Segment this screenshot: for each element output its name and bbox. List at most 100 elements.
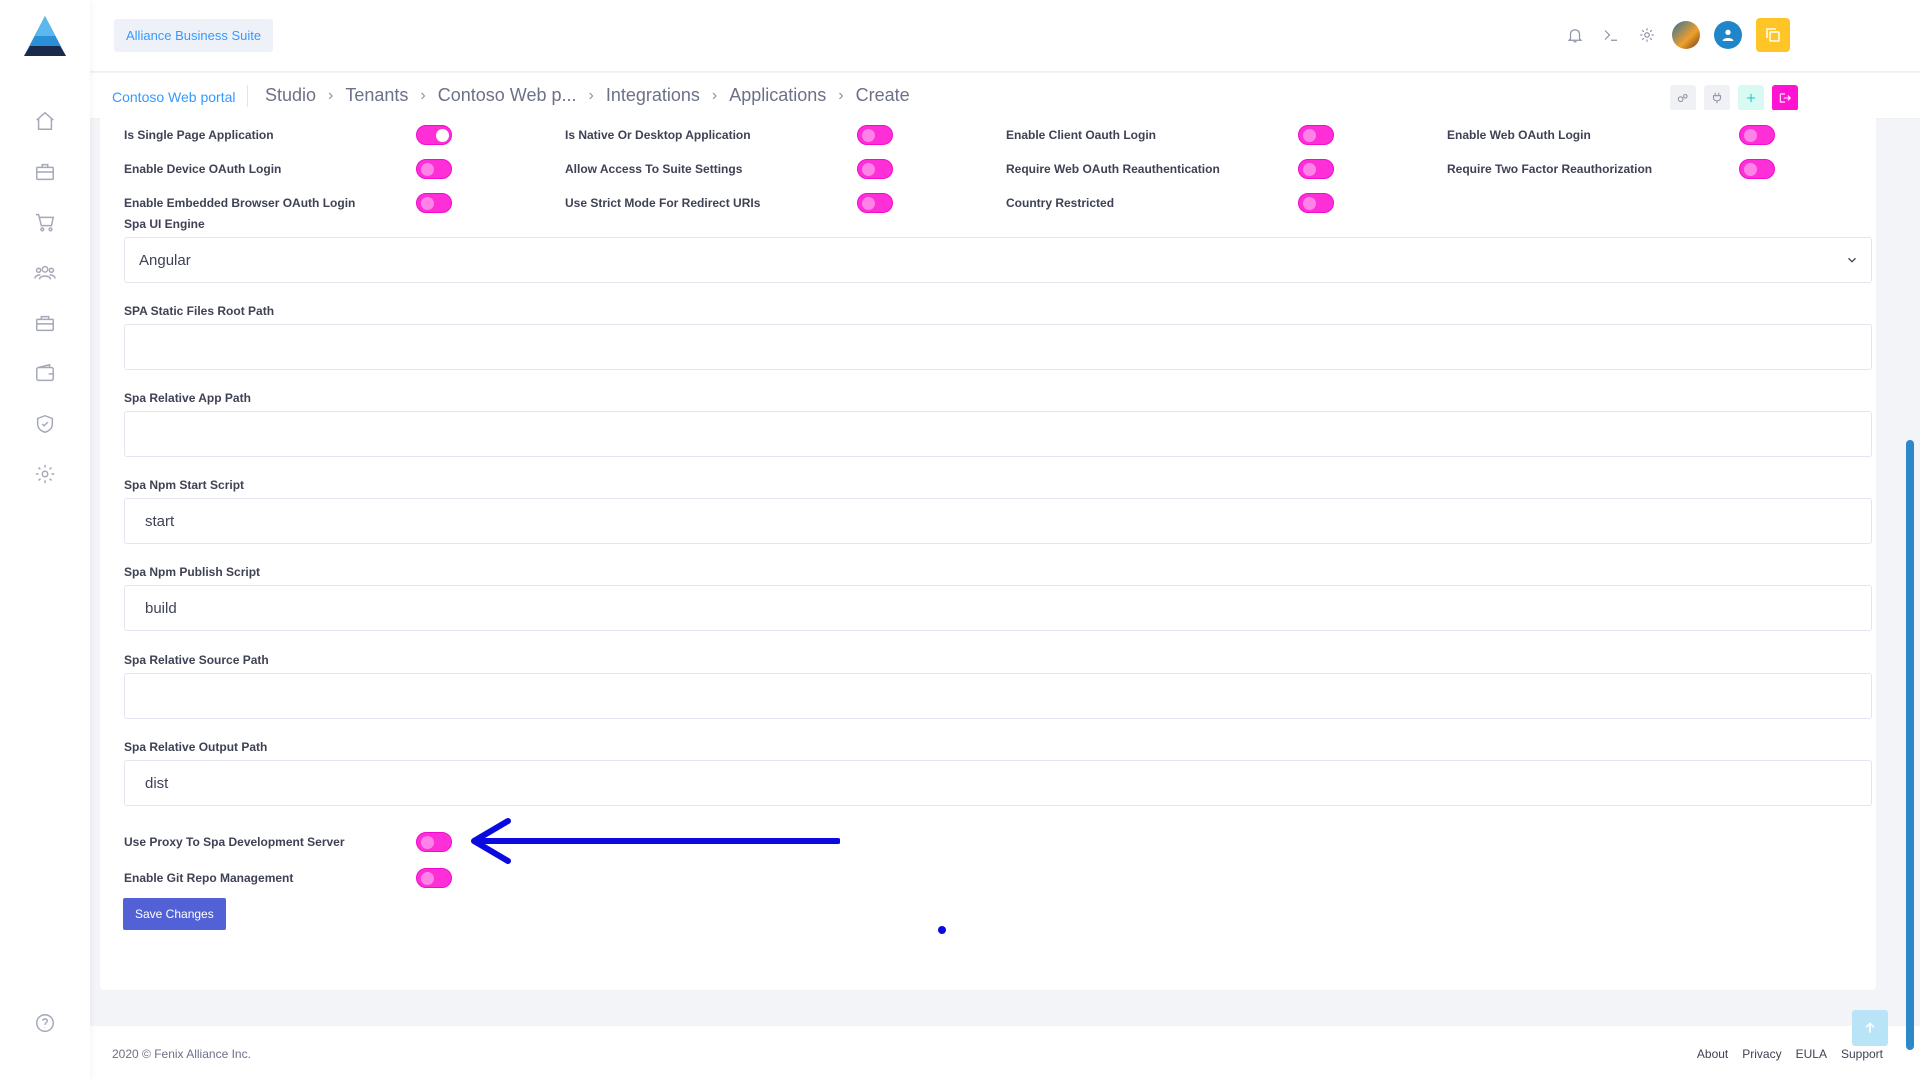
chevron-down-icon xyxy=(1848,257,1856,263)
breadcrumb-item-tenant[interactable]: Contoso Web p... xyxy=(438,85,577,106)
chevron-right-icon: › xyxy=(420,86,426,104)
npm-publish-field: Spa Npm Publish Script build xyxy=(124,565,1872,631)
toggle-label: Allow Access To Suite Settings xyxy=(565,162,743,176)
users-icon[interactable] xyxy=(32,260,58,286)
toggle-label: Enable Embedded Browser OAuth Login xyxy=(124,196,356,210)
toggle-label: Use Strict Mode For Redirect URIs xyxy=(565,196,761,210)
spa-ui-engine-field: Spa UI Engine Angular xyxy=(124,217,1872,283)
sidebar xyxy=(0,0,90,1080)
user-icon[interactable] xyxy=(1714,21,1742,49)
suite-settings-switch[interactable] xyxy=(857,159,893,179)
npm-start-input[interactable]: start xyxy=(124,498,1872,544)
spa-ui-engine-select[interactable]: Angular xyxy=(124,237,1872,283)
relative-source-field: Spa Relative Source Path xyxy=(124,653,1872,719)
terminal-icon[interactable] xyxy=(1600,24,1622,46)
toggle-suite-settings: Allow Access To Suite Settings xyxy=(565,157,893,181)
device-oauth-switch[interactable] xyxy=(416,159,452,179)
toggle-country-restricted: Country Restricted xyxy=(1006,191,1334,215)
is-native-switch[interactable] xyxy=(857,125,893,145)
scroll-top-button[interactable] xyxy=(1852,1010,1888,1046)
save-changes-button[interactable]: Save Changes xyxy=(123,898,226,930)
breadcrumb-item-studio[interactable]: Studio xyxy=(265,85,316,106)
npm-publish-input[interactable]: build xyxy=(124,585,1872,631)
plus-icon[interactable] xyxy=(1738,85,1764,111)
toggle-label: Use Proxy To Spa Development Server xyxy=(124,835,345,849)
settings-icon[interactable] xyxy=(32,461,58,487)
spa-proxy-switch[interactable] xyxy=(416,832,452,852)
footer-link-about[interactable]: About xyxy=(1697,1047,1728,1061)
breadcrumb-item-integrations[interactable]: Integrations xyxy=(606,85,700,106)
field-label: Spa Npm Publish Script xyxy=(124,565,261,579)
toggle-is-native: Is Native Or Desktop Application xyxy=(565,123,893,147)
copyright-text: 2020 © Fenix Alliance Inc. xyxy=(112,1047,251,1061)
toggle-spa-proxy: Use Proxy To Spa Development Server xyxy=(124,830,452,854)
toggle-web-reauth: Require Web OAuth Reauthentication xyxy=(1006,157,1334,181)
copy-icon[interactable] xyxy=(1756,18,1790,52)
annotation-arrow xyxy=(471,818,840,864)
field-label: Spa UI Engine xyxy=(124,217,205,231)
client-oauth-switch[interactable] xyxy=(1298,125,1334,145)
git-repo-switch[interactable] xyxy=(416,868,452,888)
is-spa-switch[interactable] xyxy=(416,125,452,145)
field-label: SPA Static Files Root Path xyxy=(124,304,275,318)
arrow-up-icon xyxy=(1865,1022,1875,1033)
toggle-git-repo: Enable Git Repo Management xyxy=(124,866,452,890)
breadcrumb: Studio › Tenants › Contoso Web p... › In… xyxy=(265,85,910,106)
toggle-label: Enable Device OAuth Login xyxy=(124,162,282,176)
toggle-label: Is Native Or Desktop Application xyxy=(565,128,751,142)
footer-link-privacy[interactable]: Privacy xyxy=(1742,1047,1781,1061)
top-header: Alliance Business Suite xyxy=(90,0,1920,72)
user-photo-avatar[interactable] xyxy=(1672,21,1700,49)
chevron-right-icon: › xyxy=(838,86,844,104)
chevron-right-icon: › xyxy=(328,86,334,104)
plug-icon[interactable] xyxy=(1704,85,1730,111)
relative-app-path-input[interactable] xyxy=(124,411,1872,457)
footer-link-eula[interactable]: EULA xyxy=(1796,1047,1827,1061)
select-value: Angular xyxy=(139,251,191,269)
shield-icon[interactable] xyxy=(32,411,58,437)
relative-app-path-field: Spa Relative App Path xyxy=(124,391,1872,457)
field-label: Spa Relative Output Path xyxy=(124,740,268,754)
chevron-right-icon: › xyxy=(711,86,718,104)
page-scrollbar[interactable] xyxy=(1906,440,1914,1050)
cogs-icon[interactable] xyxy=(1670,85,1696,111)
toggle-label: Enable Client Oauth Login xyxy=(1006,128,1156,142)
web-reauth-switch[interactable] xyxy=(1298,159,1334,179)
relative-output-input[interactable]: dist xyxy=(124,760,1872,806)
static-root-input[interactable] xyxy=(124,324,1872,370)
breadcrumb-item-applications[interactable]: Applications xyxy=(729,85,826,106)
cart-icon[interactable] xyxy=(32,209,58,235)
toolbox-icon[interactable] xyxy=(32,310,58,336)
gear-icon[interactable] xyxy=(1636,24,1658,46)
toggle-label: Is Single Page Application xyxy=(124,128,274,142)
footer-links: About Privacy EULA Support xyxy=(1697,1047,1883,1061)
strict-redirect-switch[interactable] xyxy=(857,193,893,213)
home-icon[interactable] xyxy=(32,108,58,134)
toggle-web-oauth: Enable Web OAuth Login xyxy=(1447,123,1775,147)
footer-link-support[interactable]: Support xyxy=(1841,1047,1883,1061)
chevron-right-icon: › xyxy=(588,86,594,104)
country-restricted-switch[interactable] xyxy=(1298,193,1334,213)
relative-source-input[interactable] xyxy=(124,673,1872,719)
bell-icon[interactable] xyxy=(1564,24,1586,46)
toggle-label: Country Restricted xyxy=(1006,196,1115,210)
toggle-is-spa: Is Single Page Application xyxy=(124,123,452,147)
web-oauth-switch[interactable] xyxy=(1739,125,1775,145)
breadcrumb-item-tenants[interactable]: Tenants xyxy=(345,85,408,106)
header-actions xyxy=(1564,18,1790,52)
briefcase-icon[interactable] xyxy=(32,159,58,185)
help-icon[interactable] xyxy=(32,1010,58,1036)
brand-button[interactable]: Alliance Business Suite xyxy=(114,19,274,52)
embedded-oauth-switch[interactable] xyxy=(416,193,452,213)
relative-output-field: Spa Relative Output Path dist xyxy=(124,740,1872,806)
wallet-icon[interactable] xyxy=(32,360,58,386)
two-factor-switch[interactable] xyxy=(1739,159,1775,179)
toggle-embedded-oauth: Enable Embedded Browser OAuth Login xyxy=(124,191,452,215)
breadcrumb-item-create: Create xyxy=(855,85,910,105)
static-root-field: SPA Static Files Root Path xyxy=(124,304,1872,370)
alliance-logo[interactable] xyxy=(22,14,68,58)
breadcrumb-root-link[interactable]: Contoso Web portal xyxy=(112,89,235,105)
subheader-actions xyxy=(1670,85,1798,111)
sign-out-icon[interactable] xyxy=(1772,85,1798,111)
toggle-device-oauth: Enable Device OAuth Login xyxy=(124,157,452,181)
